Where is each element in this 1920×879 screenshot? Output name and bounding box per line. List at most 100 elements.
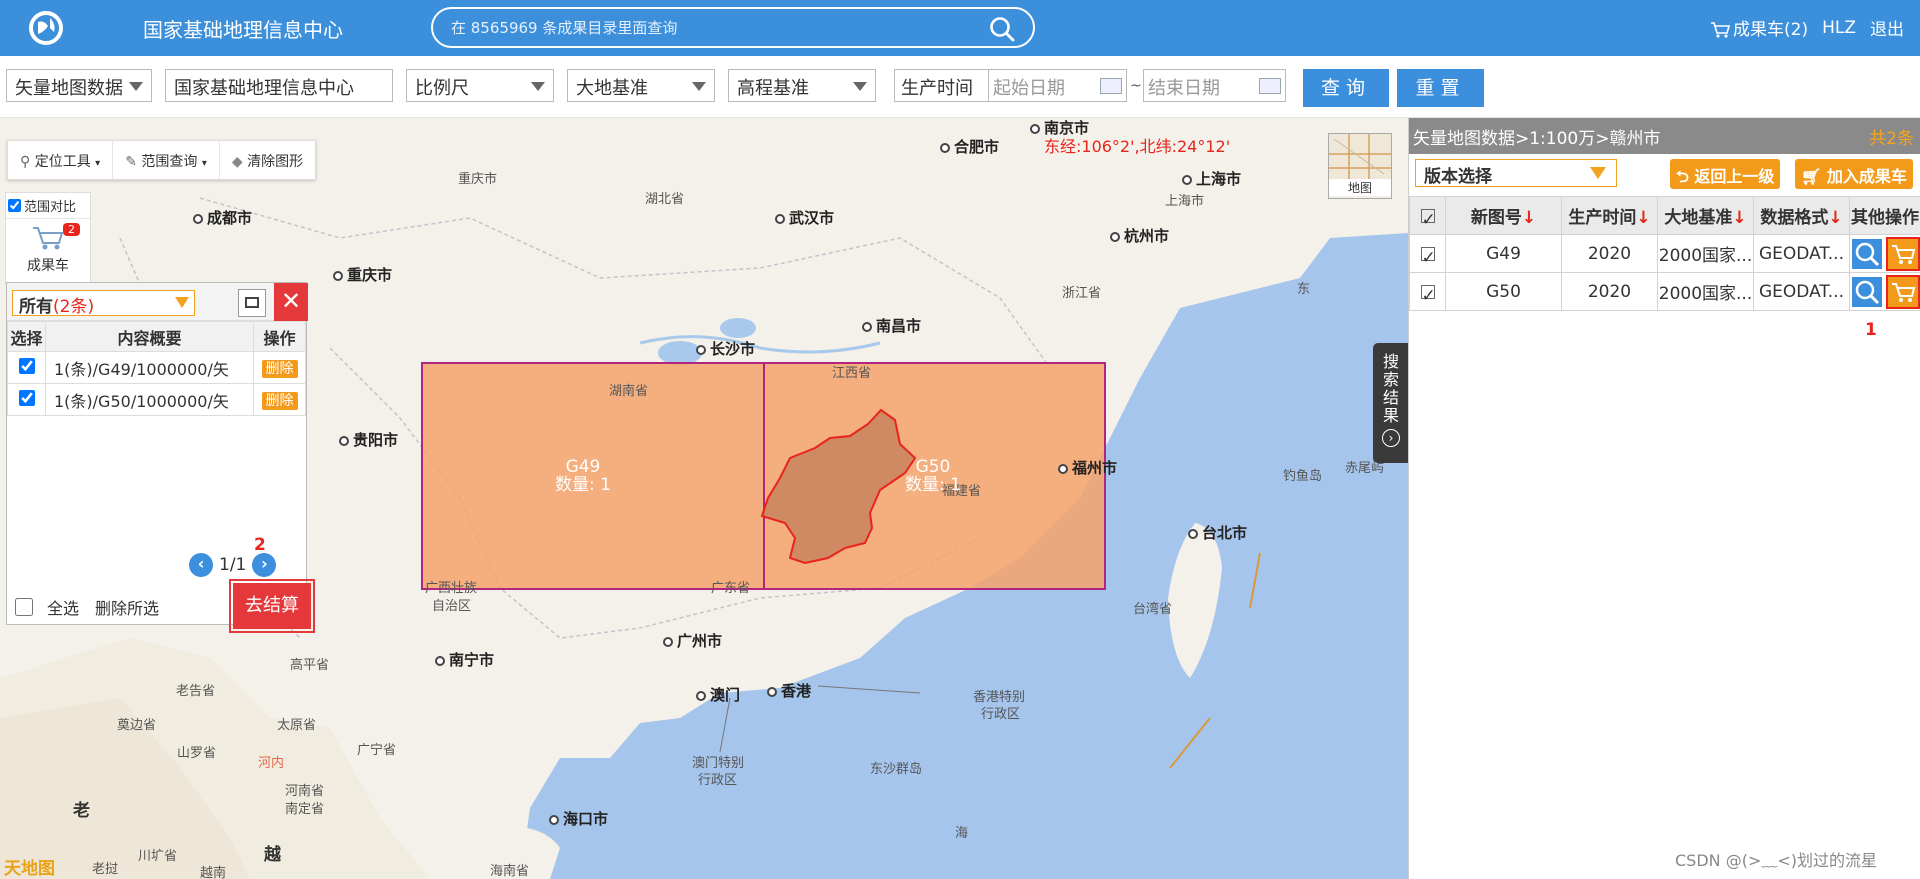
add-to-cart-button[interactable]: 🛒︎ 加入成果车 [1795,159,1913,189]
date-separator: ~ [1130,78,1142,94]
search-input[interactable] [451,16,971,40]
preview-search-icon[interactable] [1852,276,1883,307]
result-panel: 矢量地图数据>1:100万>赣州市 共2条 版本选择 ⮌ 返回上一级 🛒︎ 加入… [1408,118,1920,879]
checkbox-icon[interactable]: ✓ [1420,246,1436,268]
checkbox-icon[interactable]: ✓ [1420,284,1436,306]
close-button[interactable]: ✕ [274,283,308,321]
column-header: 选择 [7,321,46,352]
year-cell: 2020 [1561,234,1658,273]
city-label: 贵阳市 [339,429,398,450]
chevron-down-icon: ▾ [95,158,101,169]
organization-select[interactable]: 国家基础地理信息中心 [165,69,393,102]
search-box[interactable] [431,7,1035,48]
site-title[interactable]: 国家基础地理信息中心 [143,14,343,43]
datum-cell: 2000国家... [1657,272,1754,311]
column-header-label: 数据格式 [1760,208,1829,228]
maximize-button[interactable] [238,289,266,317]
range-compare-checkbox[interactable] [8,199,21,212]
cart-table-header: 选择 内容概要 操作 [7,321,306,352]
checkbox-icon[interactable]: ✓ [1420,208,1436,230]
overview-label: 河南省 [285,784,325,799]
preview-search-icon[interactable] [1852,238,1883,269]
province-label: 湖南省 [609,384,649,399]
column-header[interactable]: 大地基准↓ [1657,196,1754,235]
return-icon: ⮌ [1676,167,1689,186]
column-header[interactable]: 新图号↓ [1445,196,1562,235]
overview-label: 河内 [258,756,285,771]
add-cart-icon[interactable] [1885,236,1920,271]
start-date-input[interactable]: 起始日期 [989,69,1127,102]
prev-page-icon[interactable]: ‹ [189,553,213,577]
chevron-down-icon: ▾ [201,158,207,169]
city-label: 杭州市 [1110,225,1169,246]
chevron-down-icon [692,82,706,91]
calendar-icon[interactable] [1100,78,1122,94]
row-checkbox[interactable] [18,389,35,406]
range-query-tool[interactable]: ✎ 范围查询 ▾ [113,141,220,179]
delete-button[interactable]: 删除 [261,359,298,378]
shopping-cart-icon [33,227,64,250]
province-label: 行政区 [981,707,1021,722]
checkout-button[interactable]: 去结算 [229,579,315,633]
sort-arrow-icon[interactable]: ↓ [1828,208,1842,228]
locate-tool[interactable]: ⚲ 定位工具 ▾ [8,141,114,179]
overview-label: 广宁省 [357,743,397,758]
search-result-tab[interactable]: 搜索结果 › [1373,343,1408,463]
search-icon[interactable] [989,16,1015,42]
add-to-cart-label: 加入成果车 [1826,167,1907,186]
row-checkbox[interactable] [18,357,35,374]
province-label: 东沙群岛 [870,762,923,777]
username-link[interactable]: HLZ [1822,18,1856,38]
cart-link[interactable]: 成果车(2) [1710,15,1808,40]
city-label: 海口市 [549,808,608,829]
basemap-switch[interactable]: 地图 [1328,133,1392,199]
logout-link[interactable]: 退出 [1870,15,1904,40]
select-all-checkbox[interactable] [15,598,33,616]
result-toolbar: 版本选择 ⮌ 返回上一级 🛒︎ 加入成果车 [1409,154,1920,192]
select-cell [7,351,46,384]
sort-arrow-icon[interactable]: ↓ [1732,208,1746,228]
data-type-value: 矢量地图数据 [15,78,123,99]
sort-arrow-icon[interactable]: ↓ [1636,208,1650,228]
city-label: 福州市 [1058,457,1117,478]
end-date-placeholder: 结束日期 [1148,78,1220,99]
column-header[interactable]: 生产时间↓ [1561,196,1658,235]
clear-shapes-tool[interactable]: ◆ 清除图形 [220,141,315,179]
column-header-label: 新图号 [1470,208,1522,228]
edit-icon: ✎ [125,154,137,170]
select-all-header[interactable]: ✓ [1409,196,1446,235]
geodetic-datum-select[interactable]: 大地基准 [567,69,715,102]
sort-arrow-icon[interactable]: ↓ [1522,208,1536,228]
range-compare-row[interactable]: 范围对比 [6,193,90,219]
city-label: 台北市 [1188,522,1247,543]
query-button[interactable]: 查询 [1303,69,1389,107]
calendar-icon[interactable] [1259,78,1281,94]
city-label: 澳门 [696,684,740,705]
city-label: 广州市 [663,630,722,651]
pagination: ‹ 1/1 › [189,553,277,577]
cart-filter-select[interactable]: 所有(2条) [12,290,195,317]
reset-button[interactable]: 重置 [1397,69,1484,107]
table-row: ✓ G49 2020 2000国家... GEODAT... [1409,234,1920,273]
delete-selected-button[interactable]: 删除所选 [95,595,159,619]
version-select[interactable]: 版本选择 [1415,159,1617,187]
height-datum-select[interactable]: 高程基准 [728,69,876,102]
province-label: 浙江省 [1062,286,1102,301]
add-cart-icon[interactable] [1885,274,1920,309]
cart-shortcut[interactable]: 2 成果车 [6,219,90,275]
next-page-icon[interactable]: › [252,553,277,577]
globe-logo-icon[interactable] [28,10,64,46]
summary-cell: 1(条)/G50/1000000/矢 [45,383,254,416]
overview-label: 南定省 [285,802,325,817]
scale-select[interactable]: 比例尺 [406,69,554,102]
data-type-select[interactable]: 矢量地图数据 [6,69,152,102]
summary-cell: 1(条)/G49/1000000/矢 [45,351,254,384]
end-date-input[interactable]: 结束日期 [1143,69,1286,102]
select-all-label: 全选 [47,599,80,618]
delete-button[interactable]: 删除 [261,391,298,410]
column-header[interactable]: 数据格式↓ [1753,196,1850,235]
back-button[interactable]: ⮌ 返回上一级 [1670,159,1781,189]
breadcrumb: 矢量地图数据>1:100万>赣州市 [1413,129,1661,149]
province-label: 海南省 [490,864,530,879]
year-cell: 2020 [1561,272,1658,311]
